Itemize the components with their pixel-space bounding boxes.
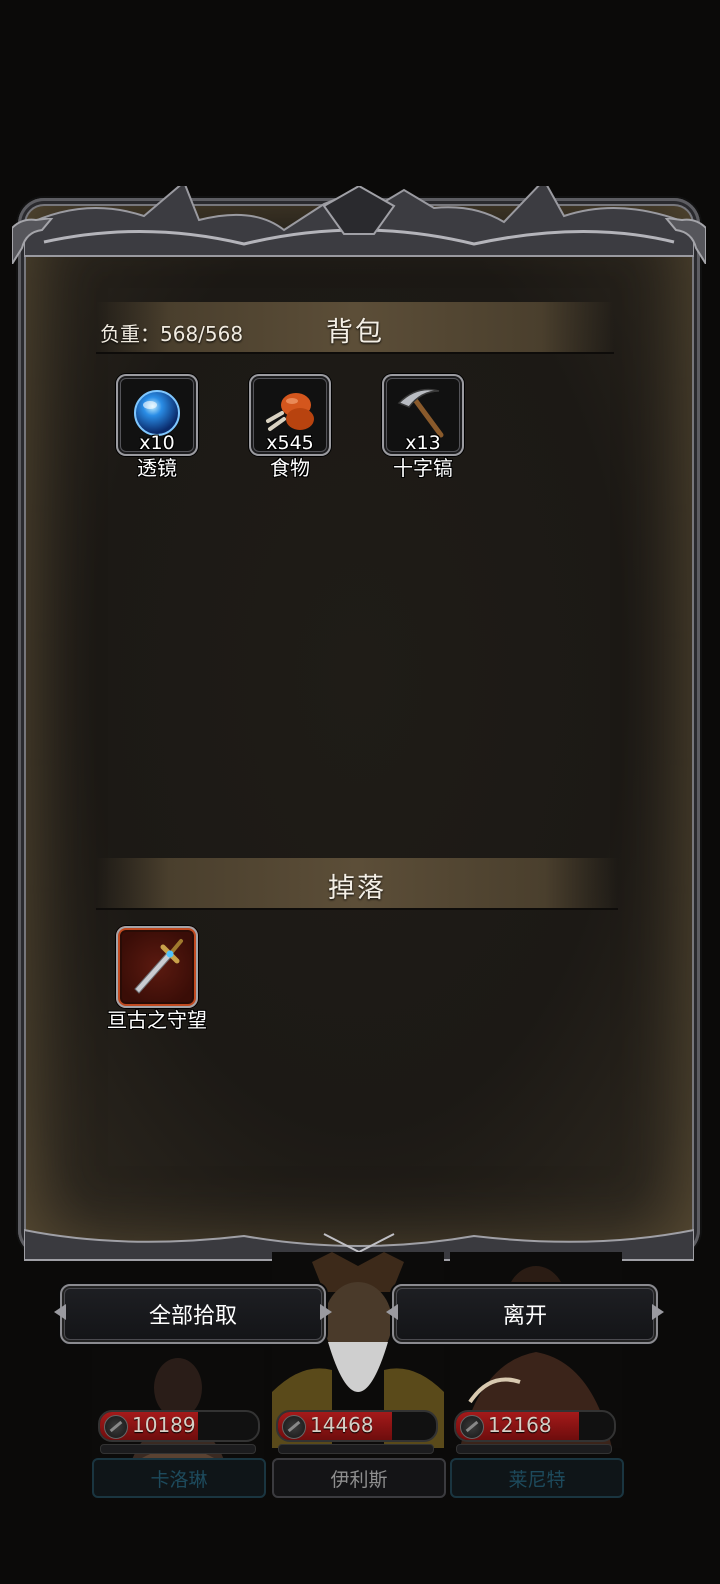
drops-banner: 掉落	[96, 858, 618, 910]
weight-label: 负重：568/568	[100, 322, 244, 346]
sword-icon	[134, 939, 183, 994]
hero-energy-bar	[278, 1444, 434, 1454]
hero-hp-bar: 10189	[98, 1410, 260, 1442]
hero-name-lennit[interactable]: 莱尼特	[450, 1458, 624, 1498]
item-quantity: x545	[266, 432, 314, 454]
leave-button[interactable]: 离开	[392, 1284, 658, 1344]
item-name: 亘古之守望	[107, 1008, 207, 1032]
pickup-all-button[interactable]: 全部拾取	[60, 1284, 326, 1344]
hero-energy-bar	[456, 1444, 612, 1454]
hero-energy-bar	[100, 1444, 256, 1454]
hp-icon	[460, 1415, 484, 1439]
item-quantity: x13	[405, 432, 441, 454]
loot-panel	[12, 186, 706, 1261]
item-name: 食物	[270, 456, 310, 480]
drops-title: 掉落	[328, 873, 386, 904]
hero-hp-bar: 12168	[454, 1410, 616, 1442]
hero-name-caroline[interactable]: 卡洛琳	[92, 1458, 266, 1498]
inventory-item-lens[interactable]: x10 透镜	[116, 374, 198, 480]
hp-value: 10189	[132, 1413, 196, 1437]
hp-value: 14468	[310, 1413, 374, 1437]
hp-icon	[104, 1415, 128, 1439]
hp-icon	[282, 1415, 306, 1439]
frame-corner-ornament	[664, 218, 706, 264]
frame-crest-ornament	[24, 186, 694, 257]
drop-item-sword[interactable]: 亘古之守望	[107, 926, 207, 1032]
item-quantity: x10	[139, 432, 175, 454]
inventory-item-food[interactable]: x545 食物	[249, 374, 331, 480]
hero-hp-bar: 14468	[276, 1410, 438, 1442]
frame-corner-ornament	[12, 218, 54, 264]
hero-name-elias[interactable]: 伊利斯	[272, 1458, 446, 1498]
hp-value: 12168	[488, 1413, 552, 1437]
inventory-item-pickaxe[interactable]: x13 十字镐	[382, 374, 464, 480]
item-name: 十字镐	[393, 456, 453, 480]
item-name: 透镜	[137, 456, 177, 480]
